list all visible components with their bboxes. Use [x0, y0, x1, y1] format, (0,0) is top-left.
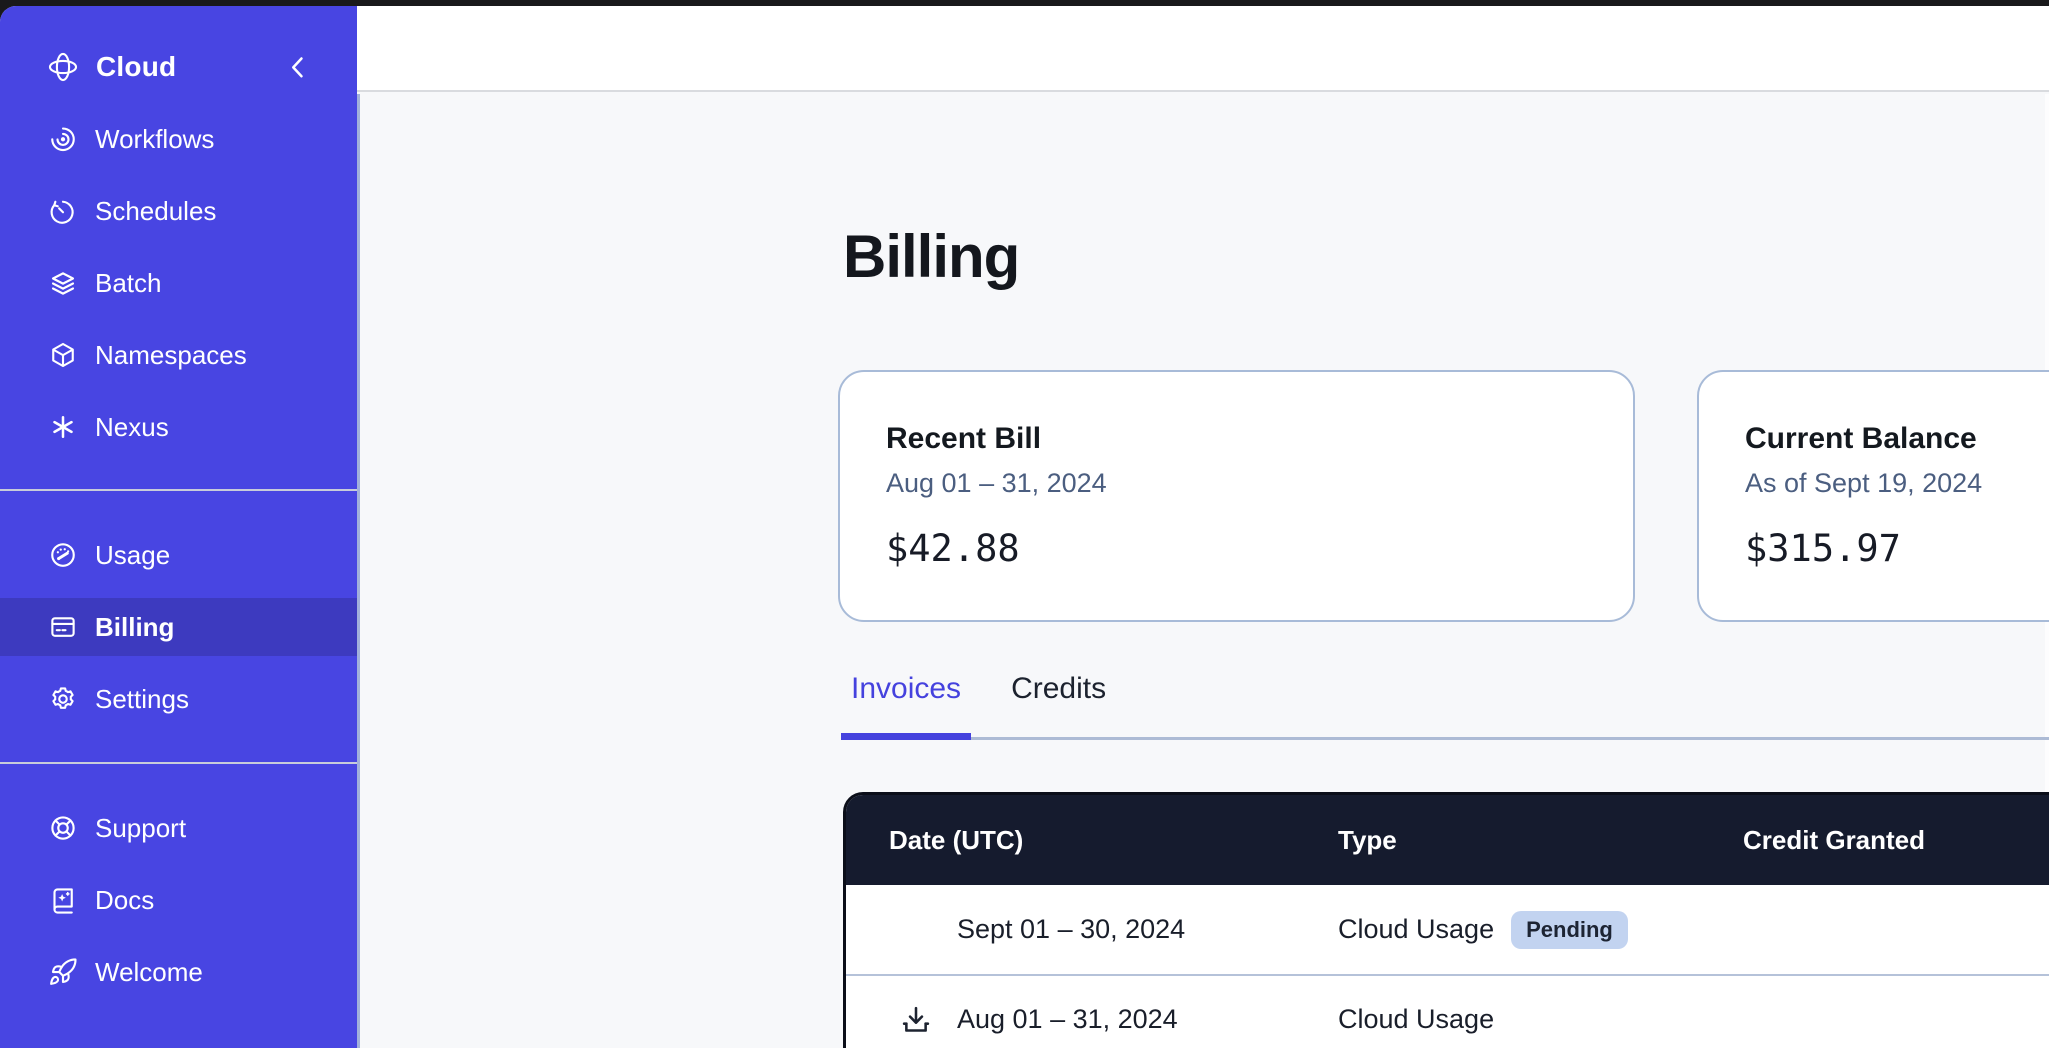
- sidebar-item-label: Batch: [95, 268, 162, 299]
- current-balance-card: Current Balance As of Sept 19, 2024 $315…: [1697, 370, 2049, 622]
- sidebar-item-label: Welcome: [95, 957, 203, 988]
- chevron-left-icon: [283, 52, 313, 82]
- batch-icon: [48, 268, 78, 298]
- invoice-type: Cloud Usage: [1338, 1004, 1494, 1035]
- sidebar-item-label: Workflows: [95, 124, 214, 155]
- recent-bill-card: Recent Bill Aug 01 – 31, 2024 $42.88: [838, 370, 1635, 622]
- card-amount: $315.97: [1745, 527, 2049, 570]
- support-icon: [48, 813, 78, 843]
- sidebar-group-help: Support Docs: [0, 799, 357, 1001]
- workflows-icon: [48, 124, 78, 154]
- schedules-icon: [48, 196, 78, 226]
- card-title: Current Balance: [1745, 422, 2049, 456]
- sidebar-item-settings[interactable]: Settings: [0, 670, 357, 728]
- tab-invoices[interactable]: Invoices: [841, 672, 971, 740]
- table-row: Aug 01 – 31, 2024 Cloud Usage: [846, 974, 2049, 1048]
- sidebar-item-label: Nexus: [95, 412, 169, 443]
- sidebar-divider: [0, 489, 357, 491]
- invoice-date: Sept 01 – 30, 2024: [957, 914, 1185, 945]
- app-window: Cloud Workflows: [0, 6, 2049, 1048]
- billing-icon: [48, 612, 78, 642]
- sidebar-item-label: Support: [95, 813, 186, 844]
- nexus-icon: [48, 412, 78, 442]
- status-badge: Pending: [1511, 911, 1628, 949]
- date-cell: Aug 01 – 31, 2024: [899, 1003, 1338, 1037]
- docs-icon: [48, 885, 78, 915]
- brand-label: Cloud: [96, 51, 176, 83]
- sidebar-divider: [0, 762, 357, 764]
- card-period: As of Sept 19, 2024: [1745, 468, 2049, 499]
- sidebar-item-support[interactable]: Support: [0, 799, 357, 857]
- sidebar-item-label: Namespaces: [95, 340, 247, 371]
- type-cell: Cloud Usage Pending: [1338, 911, 1743, 949]
- sidebar-item-usage[interactable]: Usage: [0, 526, 357, 584]
- settings-icon: [48, 684, 78, 714]
- temporal-logo-icon: [46, 50, 80, 84]
- card-title: Recent Bill: [886, 422, 1587, 456]
- invoice-type: Cloud Usage: [1338, 914, 1494, 945]
- brand-header: Cloud: [0, 40, 357, 94]
- sidebar-item-label: Schedules: [95, 196, 216, 227]
- sidebar: Cloud Workflows: [0, 6, 357, 1048]
- sidebar-item-workflows[interactable]: Workflows: [0, 110, 357, 168]
- date-cell: Sept 01 – 30, 2024: [899, 914, 1338, 945]
- billing-summary-cards: Recent Bill Aug 01 – 31, 2024 $42.88 Cur…: [838, 370, 2049, 622]
- billing-tabs: Invoices Credits: [841, 672, 1116, 740]
- welcome-rocket-icon: [48, 957, 78, 987]
- tab-credits[interactable]: Credits: [1001, 672, 1116, 740]
- type-cell: Cloud Usage: [1338, 1004, 1743, 1035]
- column-header-date: Date (UTC): [889, 825, 1338, 856]
- sidebar-item-billing[interactable]: Billing: [0, 598, 357, 656]
- sidebar-item-label: Usage: [95, 540, 170, 571]
- namespaces-icon: [48, 340, 78, 370]
- card-amount: $42.88: [886, 527, 1587, 570]
- content-left-divider: [357, 94, 360, 1048]
- sidebar-collapse-button[interactable]: [283, 52, 313, 82]
- invoice-date: Aug 01 – 31, 2024: [957, 1004, 1178, 1035]
- usage-icon: [48, 540, 78, 570]
- sidebar-group-namespace: Workflows Schedules: [0, 110, 357, 456]
- sidebar-item-schedules[interactable]: Schedules: [0, 182, 357, 240]
- sidebar-item-label: Settings: [95, 684, 189, 715]
- sidebar-item-label: Billing: [95, 612, 174, 643]
- sidebar-item-label: Docs: [95, 885, 154, 916]
- column-header-credit-granted: Credit Granted: [1743, 825, 2049, 856]
- sidebar-item-namespaces[interactable]: Namespaces: [0, 326, 357, 384]
- sidebar-group-account: Usage Billing: [0, 526, 357, 728]
- sidebar-item-batch[interactable]: Batch: [0, 254, 357, 312]
- sidebar-item-welcome[interactable]: Welcome: [0, 943, 357, 1001]
- download-icon-slot: [899, 1003, 939, 1037]
- page-title: Billing: [843, 222, 1019, 291]
- column-header-type: Type: [1338, 825, 1743, 856]
- card-period: Aug 01 – 31, 2024: [886, 468, 1587, 499]
- invoices-table: Date (UTC) Type Credit Granted Sept 01 –…: [843, 792, 2049, 1048]
- sidebar-item-docs[interactable]: Docs: [0, 871, 357, 929]
- table-header-row: Date (UTC) Type Credit Granted: [846, 795, 2049, 885]
- table-row: Sept 01 – 30, 2024 Cloud Usage Pending: [846, 885, 2049, 974]
- sidebar-item-nexus[interactable]: Nexus: [0, 398, 357, 456]
- download-invoice-icon[interactable]: [899, 1003, 933, 1037]
- top-bar: [357, 6, 2049, 92]
- main-content: Billing Recent Bill Aug 01 – 31, 2024 $4…: [357, 6, 2049, 1048]
